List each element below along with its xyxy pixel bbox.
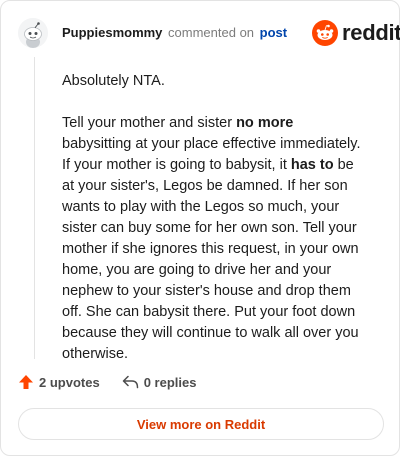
upvote-count: 2 upvotes	[39, 374, 100, 390]
reply-button[interactable]: 0 replies	[122, 374, 197, 390]
bold-text: no more	[236, 115, 294, 131]
comment-paragraph: Absolutely NTA.	[62, 73, 165, 89]
reply-arrow-icon	[122, 375, 138, 389]
view-more-button[interactable]: View more on Reddit	[18, 408, 384, 440]
reddit-comment-card: Puppiesmommy commented on post reddit Ab…	[0, 0, 400, 456]
reply-count: 0 replies	[143, 374, 197, 390]
post-link[interactable]: post	[260, 25, 287, 40]
comment-actions: 2 upvotes 0 replies	[18, 374, 196, 390]
snoo-avatar-icon	[18, 18, 48, 48]
avatar[interactable]	[18, 18, 48, 48]
comment-body: Absolutely NTA. Tell your mother and sis…	[62, 71, 362, 386]
commented-on-label: commented on	[168, 25, 255, 40]
upvote-arrow-icon	[19, 375, 33, 389]
thread-line[interactable]	[34, 57, 35, 359]
reddit-alien-icon	[312, 20, 338, 46]
comment-paragraph: Tell your mother and sister no more baby…	[62, 115, 361, 362]
reddit-wordmark: reddit	[342, 20, 400, 45]
comment-header: Puppiesmommy commented on post	[62, 25, 287, 40]
upvote-button[interactable]: 2 upvotes	[18, 374, 100, 390]
bold-text: has to	[290, 157, 334, 173]
reddit-logo[interactable]: reddit	[312, 20, 400, 46]
username-link[interactable]: Puppiesmommy	[62, 25, 162, 40]
